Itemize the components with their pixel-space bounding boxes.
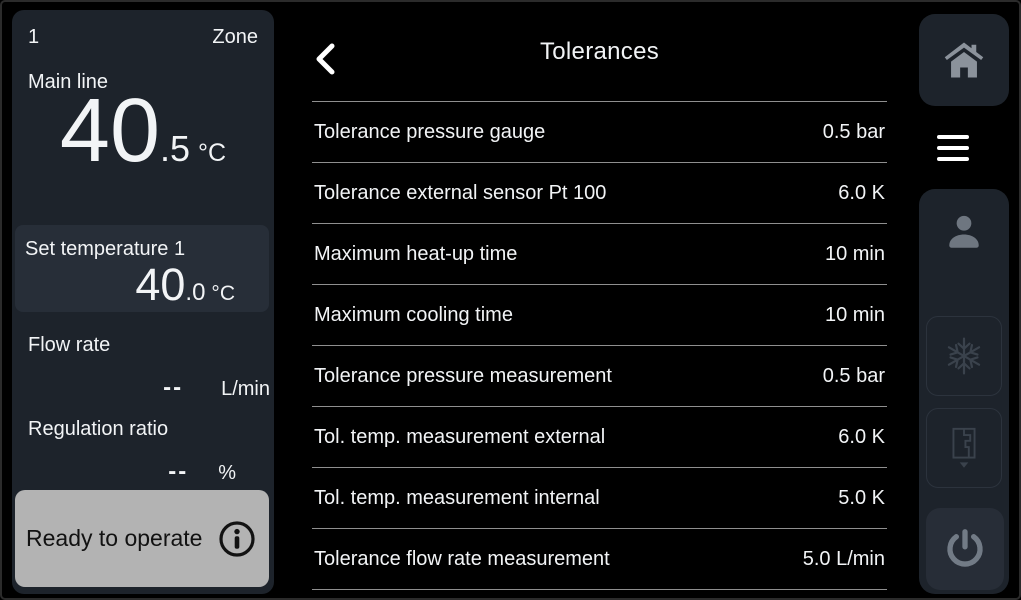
row-label: Tolerance flow rate measurement [314,548,610,571]
back-button[interactable] [314,43,336,75]
snowflake-icon [942,334,986,378]
user-icon [943,211,985,253]
set-temperature-value: 40 .0 °C [15,261,269,308]
zone-number: 1 [28,26,39,49]
zone-header: 1 Zone [12,10,274,49]
chevron-left-icon [314,43,336,75]
row-value: 10 min [825,304,885,327]
table-row[interactable]: Tol. temp. measurement internal 5.0 K [312,468,887,529]
sidebar-lower-panel [919,189,1009,594]
row-value: 10 min [825,243,885,266]
set-temperature-card[interactable]: Set temperature 1 40 .0 °C [15,225,269,312]
set-temperature-label: Set temperature 1 [15,238,269,261]
row-label: Tolerance pressure gauge [314,121,545,144]
sidebar-item-cooling[interactable] [926,316,1002,396]
mold-icon [941,425,987,471]
row-value: 0.5 bar [823,365,885,388]
status-label: Ready to operate [26,525,202,552]
home-icon [943,39,985,81]
main-temp-unit: °C [198,139,226,168]
row-value: 5.0 L/min [803,548,885,571]
main-temp-dec: .5 [160,128,190,170]
main-line-temperature: 40 .5 °C [12,86,274,182]
sidebar-item-home[interactable] [919,14,1009,106]
status-ready-button[interactable]: Ready to operate [15,490,269,587]
sidebar-item-power[interactable] [926,508,1004,590]
row-value: 0.5 bar [823,121,885,144]
row-label: Tolerance pressure measurement [314,365,612,388]
hmi-screen: 1 Zone Main line 40 .5 °C Set temperatur… [0,0,1021,600]
tolerances-page: Tolerances Tolerance pressure gauge 0.5 … [312,2,887,600]
sidebar-item-user[interactable] [919,211,1009,253]
table-row[interactable]: Maximum cooling time 10 min [312,285,887,346]
row-label: Tolerance external sensor Pt 100 [314,182,606,205]
table-row[interactable]: Tolerance flow rate measurement 5.0 L/mi… [312,529,887,590]
sidebar-item-mold[interactable] [926,408,1002,488]
regulation-ratio-label: Regulation ratio [28,418,168,441]
page-header: Tolerances [312,2,887,102]
info-icon[interactable] [217,519,257,559]
row-value: 6.0 K [838,426,885,449]
power-icon [943,527,987,571]
flow-rate-value: -- L/min [12,374,270,402]
flow-rate-reading: -- [163,374,183,402]
flow-rate-label: Flow rate [28,334,110,357]
sidebar-item-menu[interactable] [897,106,1009,189]
zone-status-panel: 1 Zone Main line 40 .5 °C Set temperatur… [12,10,274,594]
menu-icon [937,135,969,161]
row-value: 5.0 K [838,487,885,510]
page-title: Tolerances [540,38,659,66]
row-value: 6.0 K [838,182,885,205]
table-row[interactable]: Tolerance pressure gauge 0.5 bar [312,102,887,163]
table-row[interactable]: Tolerance external sensor Pt 100 6.0 K [312,163,887,224]
row-label: Maximum cooling time [314,304,513,327]
regulation-ratio-unit: % [218,462,236,485]
row-label: Tol. temp. measurement external [314,426,605,449]
table-row[interactable]: Maximum heat-up time 10 min [312,224,887,285]
set-temp-unit: °C [211,282,235,306]
table-row[interactable]: Tol. temp. measurement external 6.0 K [312,407,887,468]
regulation-ratio-reading: -- [168,458,188,486]
row-label: Maximum heat-up time [314,243,517,266]
regulation-ratio-value: -- % [12,458,236,486]
row-label: Tol. temp. measurement internal [314,487,600,510]
flow-rate-unit: L/min [221,378,270,401]
set-temp-int: 40 [135,261,185,308]
table-row[interactable]: Tolerance pressure measurement 0.5 bar [312,346,887,407]
zone-label: Zone [212,26,258,49]
main-temp-int: 40 [60,86,160,176]
set-temp-dec: .0 [185,279,205,307]
